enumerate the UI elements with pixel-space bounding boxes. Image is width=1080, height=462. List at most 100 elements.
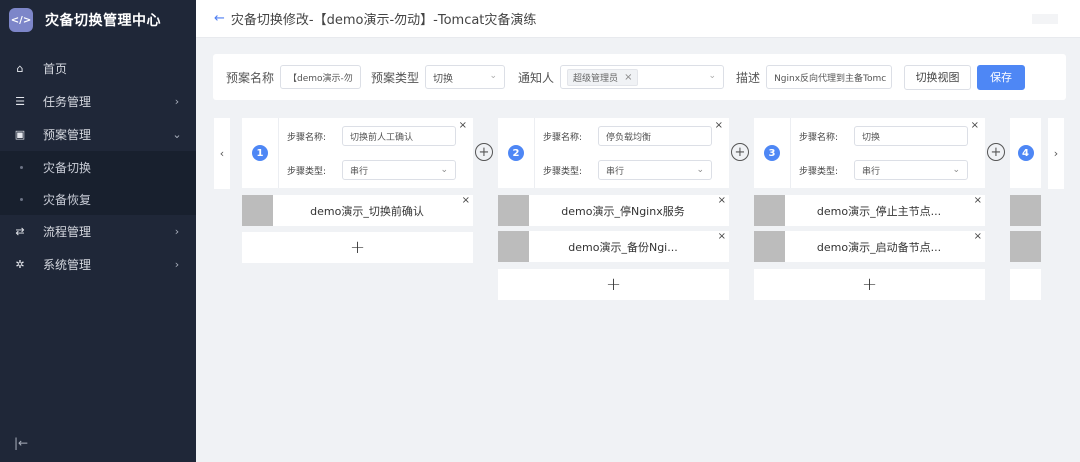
delete-step-icon[interactable]: ×	[971, 120, 979, 131]
task-item[interactable]: demo演示_启动备节点... ×	[754, 231, 985, 262]
delete-task-icon[interactable]: ×	[718, 231, 726, 242]
description-label: 描述	[736, 70, 761, 85]
bullet-icon	[20, 197, 23, 201]
user-avatar[interactable]	[1032, 14, 1058, 24]
step-type-select[interactable]: 串行 ⌄	[854, 160, 968, 180]
task-name: demo演示_停Nginx服务	[561, 204, 685, 218]
flow-icon: ⇄	[15, 225, 25, 238]
delete-step-icon[interactable]: ×	[459, 120, 467, 131]
task-item[interactable]: demo演示_停止主节点... ×	[754, 195, 985, 226]
prev-steps-button[interactable]: ‹	[214, 118, 230, 189]
step-type-select[interactable]: 串行 ⌄	[342, 160, 456, 180]
plan-name-input[interactable]: 【demo演示-勿	[280, 65, 362, 89]
description-input[interactable]: Nginx反向代理到主备Tomc	[766, 65, 893, 89]
insert-step-button[interactable]: +	[731, 143, 749, 161]
step-name-input[interactable]: 切换	[854, 126, 968, 146]
switch-view-button[interactable]: 切换视图	[904, 64, 972, 90]
task-item[interactable]: demo演示_备份Ngi... ×	[498, 231, 729, 262]
sidebar-item-label: 系统管理	[43, 258, 92, 272]
plus-icon: +	[861, 274, 878, 295]
next-steps-button[interactable]: ›	[1048, 118, 1064, 189]
sidebar-item-flows[interactable]: ⇄ 流程管理 ›	[0, 215, 196, 248]
add-task-button[interactable]	[1010, 269, 1041, 300]
plan-toolbar: 预案名称 【demo演示-勿 预案类型 切换 ⌄ 通知人 超级管理员 × ⌄ 描…	[213, 54, 1066, 100]
delete-task-icon[interactable]: ×	[974, 231, 982, 242]
save-button[interactable]: 保存	[977, 64, 1026, 90]
sidebar-item-home[interactable]: ⌂ 首页	[0, 52, 196, 85]
chevron-down-icon: ⌄	[696, 165, 704, 175]
chevron-right-icon: ›	[1053, 147, 1059, 160]
sidebar-subitem-switch[interactable]: 灾备切换	[0, 151, 196, 183]
step-name-input[interactable]: 切换前人工确认	[342, 126, 456, 146]
step-type-row: 步骤类型: 串行 ⌄	[543, 160, 712, 180]
bullet-icon	[20, 165, 23, 169]
task-item[interactable]: demo演示_切换前确认 ×	[242, 195, 473, 226]
add-task-button[interactable]: +	[242, 232, 473, 263]
task-item[interactable]: demo演示_停Nginx服务 ×	[498, 195, 729, 226]
sidebar-item-label: 首页	[43, 62, 68, 76]
step-type-value: 串行	[862, 166, 881, 177]
sidebar-subitem-label: 灾备恢复	[43, 192, 92, 207]
step-name-label: 步骤名称:	[287, 132, 327, 143]
sidebar-item-system[interactable]: ✲ 系统管理 ›	[0, 248, 196, 281]
page-header: ← 灾备切换修改-【demo演示-勿动】-Tomcat灾备演练	[196, 0, 1080, 38]
plus-icon: +	[349, 237, 366, 258]
sidebar-menu: ⌂ 首页 ☰ 任务管理 › ▣ 预案管理 ⌄ 灾备切换 灾备恢复 ⇄ 流程管理	[0, 52, 196, 281]
sidebar-subitem-restore[interactable]: 灾备恢复	[0, 183, 196, 215]
plan-name-label: 预案名称	[226, 70, 275, 85]
task-name: demo演示_切换前确认	[310, 204, 424, 218]
step-name-input[interactable]: 停负载均衡	[598, 126, 712, 146]
notify-select[interactable]: 超级管理员 × ⌄	[560, 65, 725, 89]
sidebar-item-plans[interactable]: ▣ 预案管理 ⌄	[0, 118, 196, 151]
add-task-button[interactable]: +	[498, 269, 729, 300]
step-number-badge: 4	[1017, 145, 1034, 161]
plans-submenu: 灾备切换 灾备恢复	[0, 151, 196, 215]
chevron-left-icon: ‹	[219, 147, 225, 160]
collapse-sidebar-icon[interactable]: |←	[14, 436, 28, 450]
step-type-select[interactable]: 串行 ⌄	[598, 160, 712, 180]
task-thumbnail	[242, 195, 273, 226]
step-card-4: 4	[1010, 118, 1041, 188]
add-task-button[interactable]: +	[754, 269, 985, 300]
delete-step-icon[interactable]: ×	[715, 120, 723, 131]
step-type-label: 步骤类型:	[543, 166, 583, 177]
step-name-label: 步骤名称:	[543, 132, 583, 143]
chevron-down-icon: ⌄	[172, 128, 182, 141]
step-number-badge: 3	[764, 145, 780, 161]
tag-close-icon[interactable]: ×	[624, 72, 632, 83]
delete-task-icon[interactable]: ×	[974, 195, 982, 206]
notify-tag-label: 超级管理员	[573, 73, 619, 84]
settings-icon: ✲	[15, 258, 25, 271]
step-header: 1 步骤名称: 切换前人工确认 步骤类型: 串行 ⌄ ×	[242, 118, 473, 188]
task-thumbnail	[1010, 231, 1041, 262]
step-name-label: 步骤名称:	[799, 132, 839, 143]
task-name: demo演示_备份Ngi...	[568, 240, 678, 254]
chevron-right-icon: ›	[174, 225, 180, 238]
task-thumbnail	[498, 231, 529, 262]
sidebar-subitem-label: 灾备切换	[43, 160, 92, 175]
step-type-label: 步骤类型:	[287, 166, 327, 177]
plan-type-select[interactable]: 切换 ⌄	[425, 65, 506, 89]
notify-label: 通知人	[518, 70, 555, 85]
step-name-row: 步骤名称: 切换前人工确认	[287, 126, 456, 146]
step-number-col: 3	[754, 118, 791, 188]
chevron-down-icon: ⌄	[708, 71, 717, 81]
step-header: 3 步骤名称: 切换 步骤类型: 串行 ⌄ ×	[754, 118, 985, 188]
back-arrow-icon[interactable]: ←	[214, 11, 225, 26]
chevron-down-icon: ⌄	[440, 165, 448, 175]
delete-task-icon[interactable]: ×	[718, 195, 726, 206]
insert-step-button[interactable]: +	[475, 143, 493, 161]
step-number-col: 1	[242, 118, 279, 188]
task-thumbnail	[498, 195, 529, 226]
chevron-down-icon: ⌄	[489, 71, 498, 81]
task-name: demo演示_启动备节点...	[816, 240, 942, 254]
chevron-right-icon: ›	[174, 95, 180, 108]
sidebar-item-tasks[interactable]: ☰ 任务管理 ›	[0, 85, 196, 118]
plus-icon: +	[605, 274, 622, 295]
insert-step-button[interactable]: +	[987, 143, 1005, 161]
step-number-badge: 1	[252, 145, 268, 161]
delete-task-icon[interactable]: ×	[462, 195, 470, 206]
task-icon: ☰	[15, 95, 25, 108]
sidebar: </> 灾备切换管理中心 ⌂ 首页 ☰ 任务管理 › ▣ 预案管理 ⌄ 灾备切换…	[0, 0, 196, 462]
notify-tag: 超级管理员 ×	[567, 68, 639, 86]
